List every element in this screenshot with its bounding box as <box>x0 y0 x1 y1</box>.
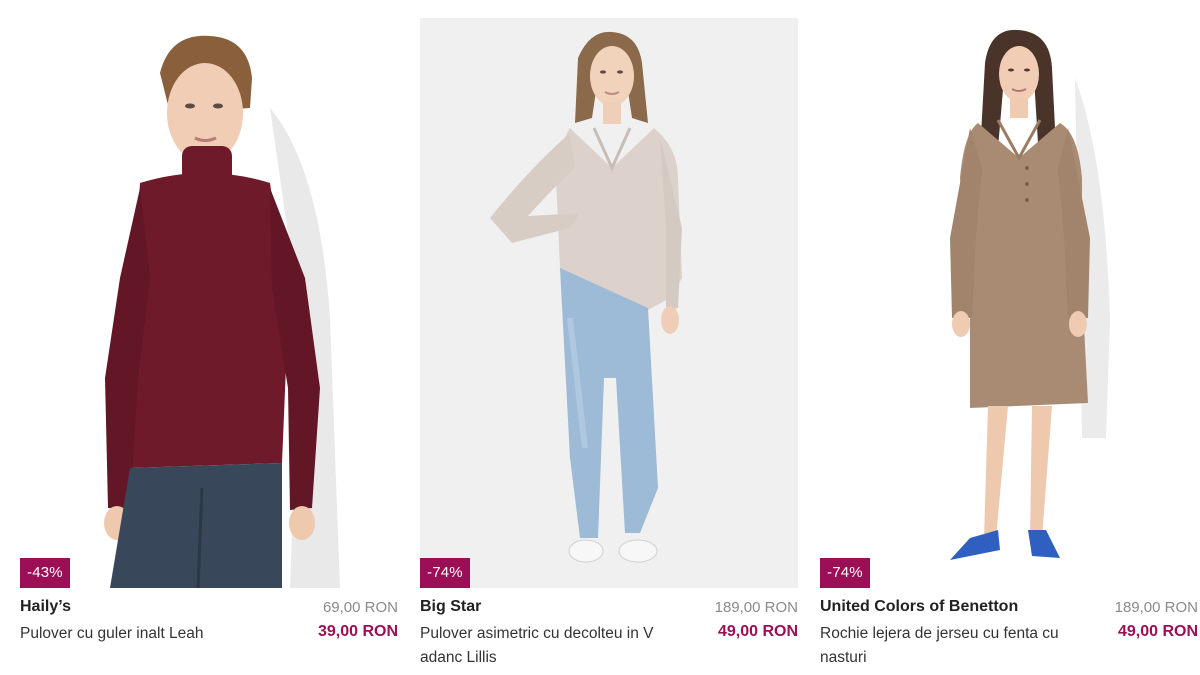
discount-badge: -74% <box>820 558 870 588</box>
product-image[interactable] <box>20 18 398 588</box>
model-photo-camel-dress <box>950 29 1110 560</box>
product-card[interactable]: -74% United Colors of Benetton Rochie le… <box>820 18 1200 670</box>
product-image[interactable] <box>820 18 1198 588</box>
model-photo-burgundy-turtleneck <box>104 35 340 588</box>
product-name[interactable]: Pulover cu guler inalt Leah <box>20 622 270 646</box>
old-price: 189,00 RON <box>714 599 798 616</box>
product-card[interactable]: -74% Big Star Pulover asimetric cu decol… <box>420 18 800 670</box>
product-image[interactable] <box>420 18 798 588</box>
new-price: 39,00 RON <box>317 623 398 640</box>
model-photo-beige-sweater-jeans <box>490 31 682 563</box>
product-grid: -43% Haily’s Pulover cu guler inalt Leah… <box>0 0 1200 675</box>
product-brand[interactable]: Haily’s <box>20 598 71 616</box>
product-brand[interactable]: Big Star <box>420 598 481 616</box>
product-brand[interactable]: United Colors of Benetton <box>820 598 1018 616</box>
product-name[interactable]: Pulover asimetric cu decolteu in V adanc… <box>420 622 670 670</box>
discount-badge: -74% <box>420 558 470 588</box>
product-card[interactable]: -43% Haily’s Pulover cu guler inalt Leah… <box>20 18 400 670</box>
old-price: 189,00 RON <box>1114 599 1198 616</box>
discount-badge: -43% <box>20 558 70 588</box>
new-price: 49,00 RON <box>1117 623 1198 640</box>
new-price: 49,00 RON <box>717 623 798 640</box>
product-name[interactable]: Rochie lejera de jerseu cu fenta cu nast… <box>820 622 1070 670</box>
old-price: 69,00 RON <box>322 599 398 616</box>
